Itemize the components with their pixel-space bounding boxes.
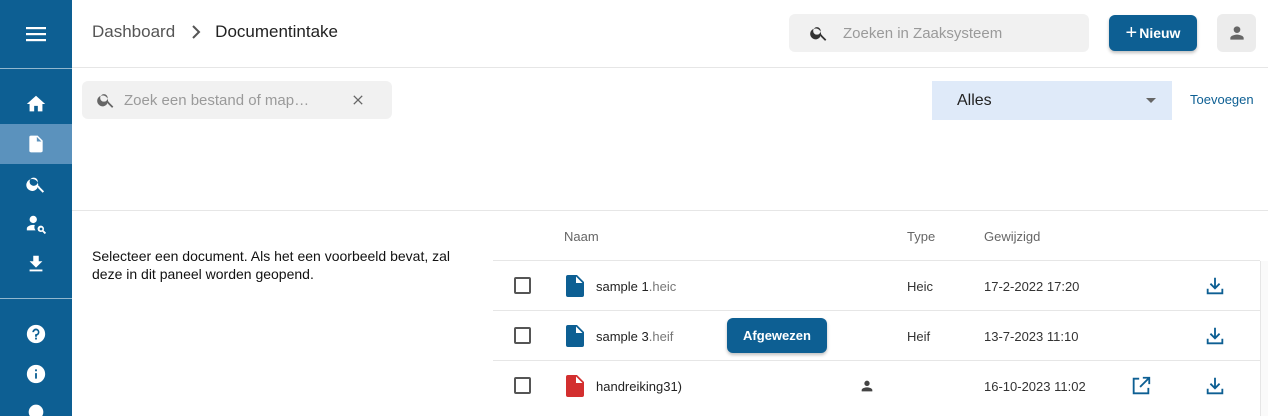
menu-button[interactable] bbox=[0, 0, 72, 68]
row-checkbox[interactable] bbox=[514, 377, 531, 394]
sidebar-item-downloads[interactable] bbox=[0, 244, 72, 284]
open-external-icon[interactable] bbox=[1130, 375, 1152, 397]
preview-message: Selecteer een document. Als het een voor… bbox=[92, 248, 451, 282]
sidebar-item-extra[interactable] bbox=[0, 392, 72, 416]
sidebar-divider bbox=[0, 298, 72, 299]
column-header-type[interactable]: Type bbox=[907, 229, 935, 244]
sidebar-item-user-search[interactable] bbox=[0, 204, 72, 244]
person-icon bbox=[861, 380, 873, 392]
download-icon bbox=[29, 255, 43, 272]
hamburger-icon bbox=[26, 27, 46, 42]
column-header-modified[interactable]: Gewijzigd bbox=[984, 229, 1040, 244]
sidebar-item-help[interactable] bbox=[0, 314, 72, 354]
search-icon bbox=[97, 94, 114, 108]
table-scrollbar[interactable] bbox=[1260, 261, 1268, 416]
column-header-name[interactable]: Naam bbox=[564, 229, 599, 244]
user-search-icon bbox=[26, 215, 47, 235]
help-icon bbox=[26, 324, 46, 344]
home-icon bbox=[26, 95, 46, 112]
sidebar-item-info[interactable] bbox=[0, 354, 72, 394]
row-checkbox[interactable] bbox=[514, 277, 531, 294]
chevron-right-icon bbox=[191, 25, 201, 39]
account-button[interactable] bbox=[1217, 14, 1256, 52]
circle-icon bbox=[28, 404, 44, 416]
file-modified: 13-7-2023 11:10 bbox=[984, 329, 1079, 344]
file-search-input[interactable] bbox=[124, 91, 334, 109]
caret-down-icon bbox=[1146, 98, 1156, 103]
table-row[interactable]: sample 1.heic Heic 17-2-2022 17:20 bbox=[493, 260, 1260, 310]
search-icon bbox=[26, 177, 45, 193]
table-row[interactable]: sample 3.heif Afgewezen Heif 13-7-2023 1… bbox=[493, 310, 1260, 360]
sidebar-divider bbox=[0, 68, 72, 69]
file-search bbox=[82, 81, 392, 119]
file-name[interactable]: sample 1.heic bbox=[596, 279, 676, 294]
breadcrumb-current: Documentintake bbox=[215, 22, 339, 41]
file-name[interactable]: handreiking31) bbox=[596, 379, 682, 394]
breadcrumb: Dashboard Documentintake bbox=[92, 22, 338, 42]
person-icon bbox=[1229, 26, 1244, 40]
file-type: Heif bbox=[907, 329, 931, 344]
new-button[interactable]: + Nieuw bbox=[1109, 15, 1197, 51]
document-icon bbox=[29, 135, 43, 153]
type-filter-value: Alles bbox=[957, 91, 992, 109]
info-icon bbox=[26, 364, 46, 384]
sidebar-item-search[interactable] bbox=[0, 164, 72, 204]
section-divider bbox=[72, 210, 1268, 211]
global-search bbox=[789, 14, 1089, 52]
file-modified: 16-10-2023 11:02 bbox=[984, 379, 1086, 394]
add-link[interactable]: Toevoegen bbox=[1190, 92, 1254, 107]
breadcrumb-dashboard[interactable]: Dashboard bbox=[92, 22, 175, 42]
download-icon[interactable] bbox=[1204, 325, 1226, 347]
file-type: Heic bbox=[907, 279, 934, 294]
table-row[interactable]: handreiking31) 16-10-2023 11:02 bbox=[493, 360, 1260, 410]
sidebar-item-home[interactable] bbox=[0, 84, 72, 124]
top-header: Dashboard Documentintake + Nieuw bbox=[72, 0, 1268, 68]
close-icon[interactable] bbox=[350, 92, 366, 108]
file-name[interactable]: sample 3.heif bbox=[596, 329, 673, 344]
app: Dashboard Documentintake + Nieuw Alles T… bbox=[0, 0, 1268, 416]
global-search-input[interactable] bbox=[843, 24, 1073, 42]
file-modified: 17-2-2022 17:20 bbox=[984, 279, 1080, 294]
pdf-file-icon bbox=[566, 375, 584, 397]
sidebar-item-documents[interactable] bbox=[0, 124, 72, 164]
plus-icon: + bbox=[1125, 22, 1138, 44]
search-icon bbox=[810, 27, 827, 41]
sidebar bbox=[0, 0, 72, 416]
file-icon bbox=[566, 275, 584, 297]
new-button-label: Nieuw bbox=[1139, 25, 1181, 41]
download-icon[interactable] bbox=[1204, 275, 1226, 297]
type-filter-select[interactable]: Alles bbox=[932, 81, 1172, 120]
file-icon bbox=[566, 325, 584, 347]
row-checkbox[interactable] bbox=[514, 327, 531, 344]
status-badge[interactable]: Afgewezen bbox=[727, 318, 827, 353]
download-icon[interactable] bbox=[1204, 375, 1226, 397]
